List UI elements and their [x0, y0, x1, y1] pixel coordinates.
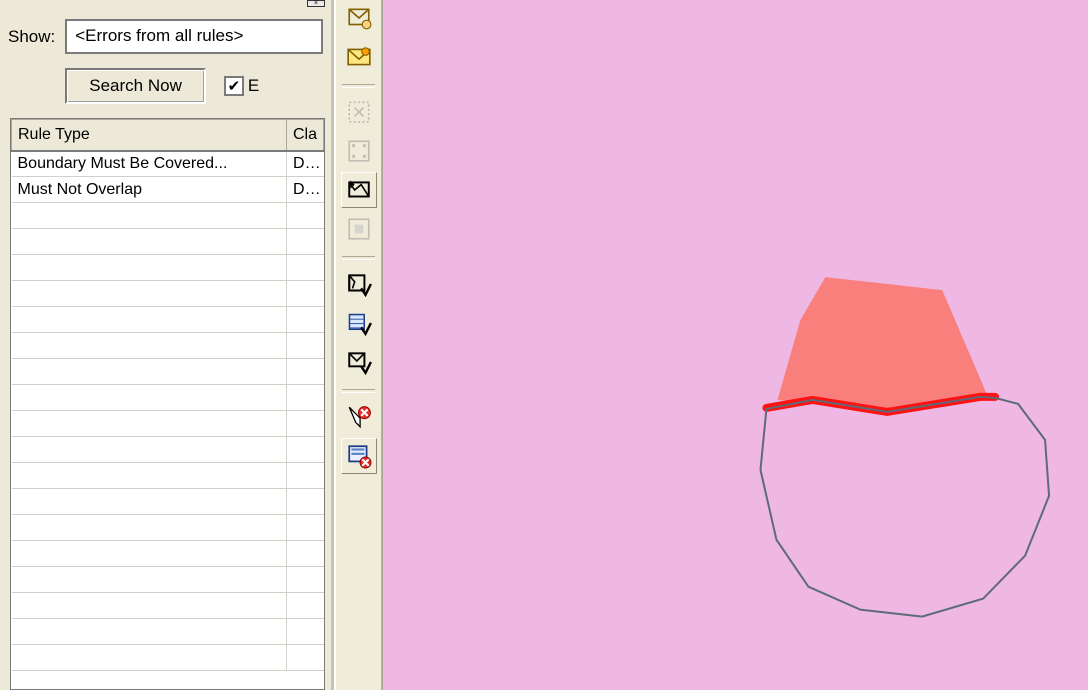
topology-tools-icon[interactable]: [341, 211, 377, 247]
map-canvas[interactable]: [382, 0, 1088, 690]
checkbox-label: E: [248, 76, 259, 96]
filter-area: Show: <Errors from all rules> Search Now…: [0, 9, 331, 104]
cell-rule-type: Must Not Overlap: [12, 177, 287, 203]
table-row-empty: [12, 619, 324, 645]
col-header-rule-type[interactable]: Rule Type: [12, 119, 287, 151]
map-svg: [383, 0, 1088, 690]
errors-only-checkbox[interactable]: ✔: [224, 76, 244, 96]
close-button[interactable]: ×: [307, 0, 325, 7]
table-row-empty: [12, 385, 324, 411]
fix-topology-icon[interactable]: [341, 172, 377, 208]
cell-class: DLT: [287, 151, 324, 177]
error-inspector-panel: × Show: <Errors from all rules> Search N…: [0, 0, 334, 690]
errors-only-checkbox-wrap: ✔ E: [224, 76, 259, 96]
cell-class: DLT: [287, 177, 324, 203]
table-row-empty: [12, 307, 324, 333]
validate-extent-icon[interactable]: [341, 133, 377, 169]
envelope-icon[interactable]: [341, 39, 377, 75]
table-row-empty: [12, 333, 324, 359]
panel-titlebar: ×: [0, 0, 331, 9]
table-row-empty: [12, 359, 324, 385]
col-header-class[interactable]: Cla: [287, 119, 324, 151]
rule-filter-dropdown[interactable]: <Errors from all rules>: [65, 19, 323, 54]
table-row[interactable]: Boundary Must Be Covered...DLT: [12, 151, 324, 177]
delete-error-icon[interactable]: [341, 399, 377, 435]
table-row-empty: [12, 411, 324, 437]
table-row-empty: [12, 437, 324, 463]
error-inspector-icon[interactable]: [341, 0, 377, 36]
table-row-empty: [12, 463, 324, 489]
table-row-empty: [12, 229, 324, 255]
topology-toolbar: [334, 0, 382, 690]
table-row[interactable]: Must Not OverlapDLT: [12, 177, 324, 203]
error-table[interactable]: Rule Type Cla Boundary Must Be Covered..…: [11, 119, 324, 672]
table-row-empty: [12, 489, 324, 515]
overlap-error-polygon: [777, 277, 987, 413]
polygon-outline: [760, 397, 1049, 617]
show-label: Show:: [8, 27, 55, 47]
app-root: × Show: <Errors from all rules> Search N…: [0, 0, 1088, 690]
table-row-empty: [12, 593, 324, 619]
search-now-button[interactable]: Search Now: [65, 68, 206, 104]
table-row-empty: [12, 541, 324, 567]
validate-layer-check-icon[interactable]: [341, 266, 377, 302]
mark-exception-icon[interactable]: [341, 438, 377, 474]
cell-rule-type: Boundary Must Be Covered...: [12, 151, 287, 177]
validate-selection-icon[interactable]: [341, 94, 377, 130]
table-row-empty: [12, 567, 324, 593]
feature-check-icon[interactable]: [341, 344, 377, 380]
error-table-wrap: Rule Type Cla Boundary Must Be Covered..…: [10, 118, 325, 690]
table-row-empty: [12, 255, 324, 281]
table-row-empty: [12, 203, 324, 229]
attribute-check-icon[interactable]: [341, 305, 377, 341]
table-row-empty: [12, 515, 324, 541]
rule-filter-value: <Errors from all rules>: [75, 26, 243, 45]
table-row-empty: [12, 281, 324, 307]
table-row-empty: [12, 645, 324, 671]
